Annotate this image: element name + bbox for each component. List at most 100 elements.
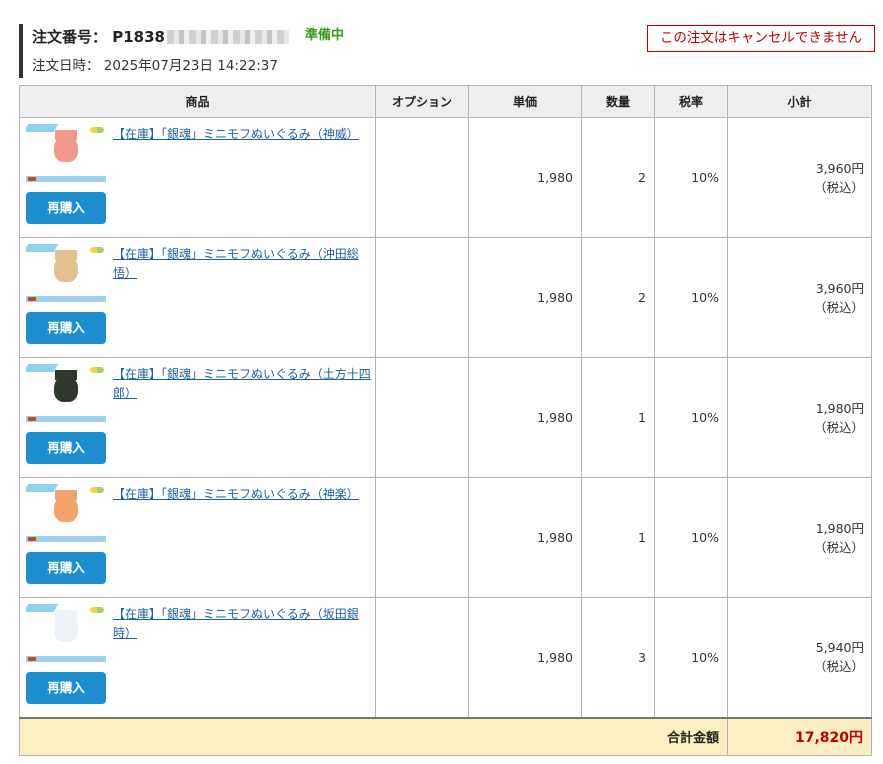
tax-included-note: （税込） <box>813 299 864 315</box>
column-header-quantity: 数量 <box>581 85 655 118</box>
tax-included-note: （税込） <box>813 179 864 195</box>
tax-included-note: （税込） <box>813 419 864 435</box>
quantity-cell: 2 <box>581 237 655 358</box>
product-cell: 【在庫】「銀魂」ミニモフぬいぐるみ（沖田総悟） 再購入 <box>19 237 376 358</box>
subtotal-cell: 3,960円 （税込） <box>727 117 872 238</box>
unit-price-cell: 1,980 <box>468 237 582 358</box>
rebuy-button[interactable]: 再購入 <box>26 432 106 464</box>
product-thumbnail[interactable] <box>26 484 106 542</box>
thumbnail-banner <box>26 364 59 372</box>
total-row: 合計金額 17,820円 <box>19 717 872 756</box>
option-cell <box>375 597 469 718</box>
table-row: 【在庫】「銀魂」ミニモフぬいぐるみ（坂田銀時） 再購入 1,980 3 10% 5,940… <box>19 597 872 718</box>
product-cell: 【在庫】「銀魂」ミニモフぬいぐるみ（神威） 再購入 <box>19 117 376 238</box>
column-header-unit-price: 単価 <box>468 85 582 118</box>
option-cell <box>375 477 469 598</box>
order-header: 注文番号： P1838 準備中 注文日時： 2025年07月23日 14:22:… <box>19 24 875 78</box>
plush-image <box>54 616 78 642</box>
thumbnail-banner <box>26 244 59 252</box>
thumbnail-banner <box>26 124 59 132</box>
order-number-label: 注文番号： <box>32 28 108 46</box>
option-cell <box>375 237 469 358</box>
subtotal-value: 3,960円 <box>815 280 864 296</box>
column-header-option: オプション <box>375 85 469 118</box>
redacted-number-mask <box>167 30 289 44</box>
product-cell: 【在庫】「銀魂」ミニモフぬいぐるみ（土方十四郎） 再購入 <box>19 357 376 478</box>
table-row: 【在庫】「銀魂」ミニモフぬいぐるみ（神楽） 再購入 1,980 1 10% 1,980円 （… <box>19 477 872 598</box>
quantity-cell: 2 <box>581 117 655 238</box>
product-name-link[interactable]: 【在庫】「銀魂」ミニモフぬいぐるみ（土方十四郎） <box>113 365 371 403</box>
thumbnail-logo <box>90 487 104 493</box>
plush-image <box>54 136 78 162</box>
quantity-cell: 1 <box>581 477 655 598</box>
thumbnail-banner <box>26 484 59 492</box>
thumbnail-logo <box>90 607 104 613</box>
subtotal-value: 3,960円 <box>815 160 864 176</box>
product-cell: 【在庫】「銀魂」ミニモフぬいぐるみ（神楽） 再購入 <box>19 477 376 598</box>
quantity-cell: 1 <box>581 357 655 478</box>
table-row: 【在庫】「銀魂」ミニモフぬいぐるみ（神威） 再購入 1,980 2 10% 3,960円 （… <box>19 117 872 238</box>
order-items-table: 商品 オプション 単価 数量 税率 小計 【在庫】「銀魂」ミニモフぬいぐるみ（神… <box>19 85 872 756</box>
product-thumbnail[interactable] <box>26 124 106 182</box>
order-date-label: 注文日時： <box>32 58 100 74</box>
rebuy-button[interactable]: 再購入 <box>26 312 106 344</box>
product-name-link[interactable]: 【在庫】「銀魂」ミニモフぬいぐるみ（沖田総悟） <box>113 245 371 283</box>
product-thumbnail[interactable] <box>26 604 106 662</box>
rebuy-button[interactable]: 再購入 <box>26 552 106 584</box>
thumbnail-strip <box>26 296 106 302</box>
column-header-tax-rate: 税率 <box>654 85 728 118</box>
tax-rate-cell: 10% <box>654 357 728 478</box>
thumbnail-banner <box>26 604 59 612</box>
table-header-row: 商品 オプション 単価 数量 税率 小計 <box>19 85 872 118</box>
option-cell <box>375 357 469 478</box>
total-amount: 17,820円 <box>727 717 872 756</box>
thumbnail-strip <box>26 536 106 542</box>
unit-price-cell: 1,980 <box>468 597 582 718</box>
thumbnail-strip <box>26 176 106 182</box>
order-number: 注文番号： P1838 <box>32 26 289 47</box>
thumbnail-logo <box>90 247 104 253</box>
tax-rate-cell: 10% <box>654 597 728 718</box>
tax-included-note: （税込） <box>813 539 864 555</box>
subtotal-value: 1,980円 <box>815 520 864 536</box>
rebuy-button[interactable]: 再購入 <box>26 192 106 224</box>
tax-included-note: （税込） <box>813 659 864 675</box>
tax-rate-cell: 10% <box>654 477 728 598</box>
thumbnail-logo <box>90 367 104 373</box>
rebuy-button[interactable]: 再購入 <box>26 672 106 704</box>
subtotal-cell: 3,960円 （税込） <box>727 237 872 358</box>
subtotal-cell: 5,940円 （税込） <box>727 597 872 718</box>
unit-price-cell: 1,980 <box>468 477 582 598</box>
table-row: 【在庫】「銀魂」ミニモフぬいぐるみ（土方十四郎） 再購入 1,980 1 10% 1,98… <box>19 357 872 478</box>
order-date: 注文日時： 2025年07月23日 14:22:37 <box>32 54 278 74</box>
total-label: 合計金額 <box>19 717 728 756</box>
subtotal-value: 5,940円 <box>815 640 864 656</box>
subtotal-value: 1,980円 <box>815 400 864 416</box>
plush-image <box>54 256 78 282</box>
subtotal-cell: 1,980円 （税込） <box>727 357 872 478</box>
plush-image <box>54 496 78 522</box>
plush-image <box>54 376 78 402</box>
order-date-value: 2025年07月23日 14:22:37 <box>103 58 278 74</box>
product-cell: 【在庫】「銀魂」ミニモフぬいぐるみ（坂田銀時） 再購入 <box>19 597 376 718</box>
subtotal-cell: 1,980円 （税込） <box>727 477 872 598</box>
unit-price-cell: 1,980 <box>468 117 582 238</box>
thumbnail-strip <box>26 656 106 662</box>
tax-rate-cell: 10% <box>654 237 728 358</box>
cancel-unavailable-notice: この注文はキャンセルできません <box>647 25 875 52</box>
unit-price-cell: 1,980 <box>468 357 582 478</box>
order-status-badge: 準備中 <box>305 28 345 43</box>
order-number-value: P1838 <box>112 28 165 46</box>
product-name-link[interactable]: 【在庫】「銀魂」ミニモフぬいぐるみ（神威） <box>113 125 371 144</box>
quantity-cell: 3 <box>581 597 655 718</box>
table-row: 【在庫】「銀魂」ミニモフぬいぐるみ（沖田総悟） 再購入 1,980 2 10% 3,960… <box>19 237 872 358</box>
column-header-product: 商品 <box>19 85 376 118</box>
tax-rate-cell: 10% <box>654 117 728 238</box>
product-name-link[interactable]: 【在庫】「銀魂」ミニモフぬいぐるみ（神楽） <box>113 485 371 504</box>
product-thumbnail[interactable] <box>26 244 106 302</box>
product-name-link[interactable]: 【在庫】「銀魂」ミニモフぬいぐるみ（坂田銀時） <box>113 605 371 643</box>
column-header-subtotal: 小計 <box>727 85 872 118</box>
thumbnail-logo <box>90 127 104 133</box>
option-cell <box>375 117 469 238</box>
product-thumbnail[interactable] <box>26 364 106 422</box>
